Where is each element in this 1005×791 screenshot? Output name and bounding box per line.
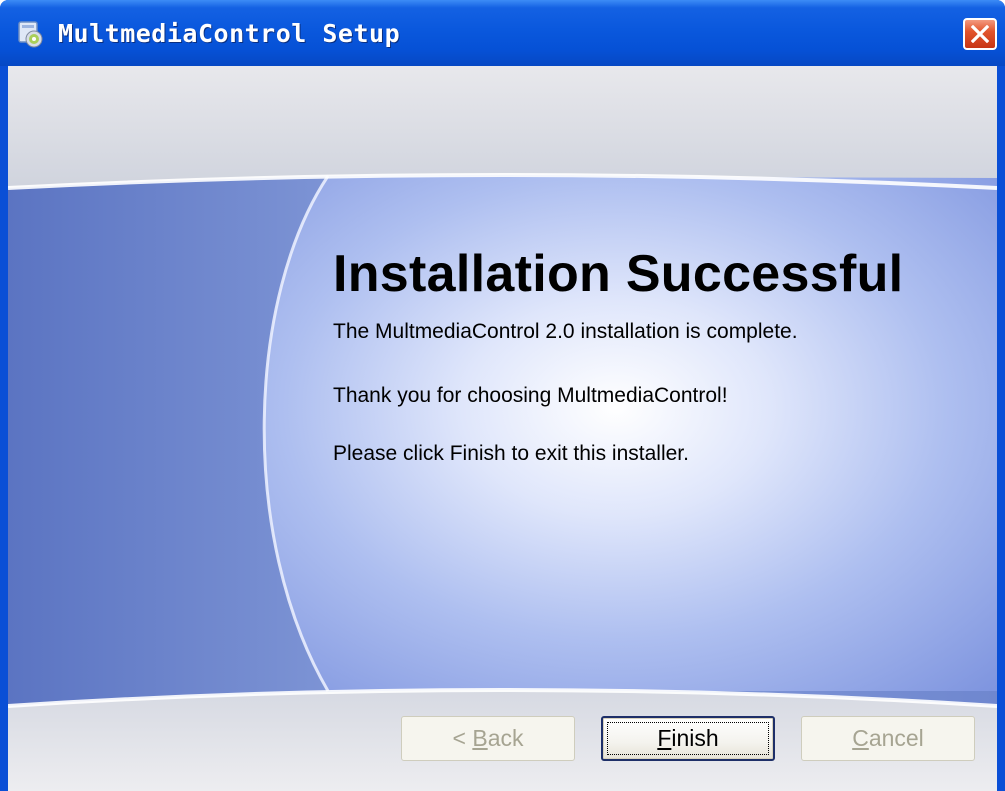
finish-rest: inish [671,725,719,751]
finish-mnemonic: F [657,725,672,751]
cancel-button[interactable]: Cancel [801,716,975,761]
finish-button[interactable]: Finish [601,716,775,761]
dialog-client-area: Installation Successful The MultmediaCon… [8,66,997,791]
window-title: MultmediaControl Setup [58,19,401,48]
cancel-rest: ancel [868,725,924,751]
page-heading: Installation Successful [333,245,904,303]
completion-message: The MultmediaControl 2.0 installation is… [333,320,798,343]
exit-instruction: Please click Finish to exit this install… [333,442,689,465]
back-rest: ack [487,725,524,751]
close-button[interactable] [963,18,997,50]
back-prefix: < [452,725,473,751]
back-button-label: < Back [453,725,524,752]
finish-button-label: Finish [657,725,718,752]
back-button[interactable]: < Back [401,716,575,761]
thank-you-message: Thank you for choosing MultmediaControl! [333,384,728,407]
cancel-mnemonic: C [852,725,869,751]
installer-disc-icon [18,21,43,48]
cancel-button-label: Cancel [852,725,924,752]
close-icon [971,25,989,43]
title-bar[interactable]: MultmediaControl Setup [0,0,1005,66]
page-content: Installation Successful The MultmediaCon… [8,66,997,791]
back-mnemonic: B [472,725,488,751]
installer-window: MultmediaControl Setup Installation Succ… [0,0,1005,791]
